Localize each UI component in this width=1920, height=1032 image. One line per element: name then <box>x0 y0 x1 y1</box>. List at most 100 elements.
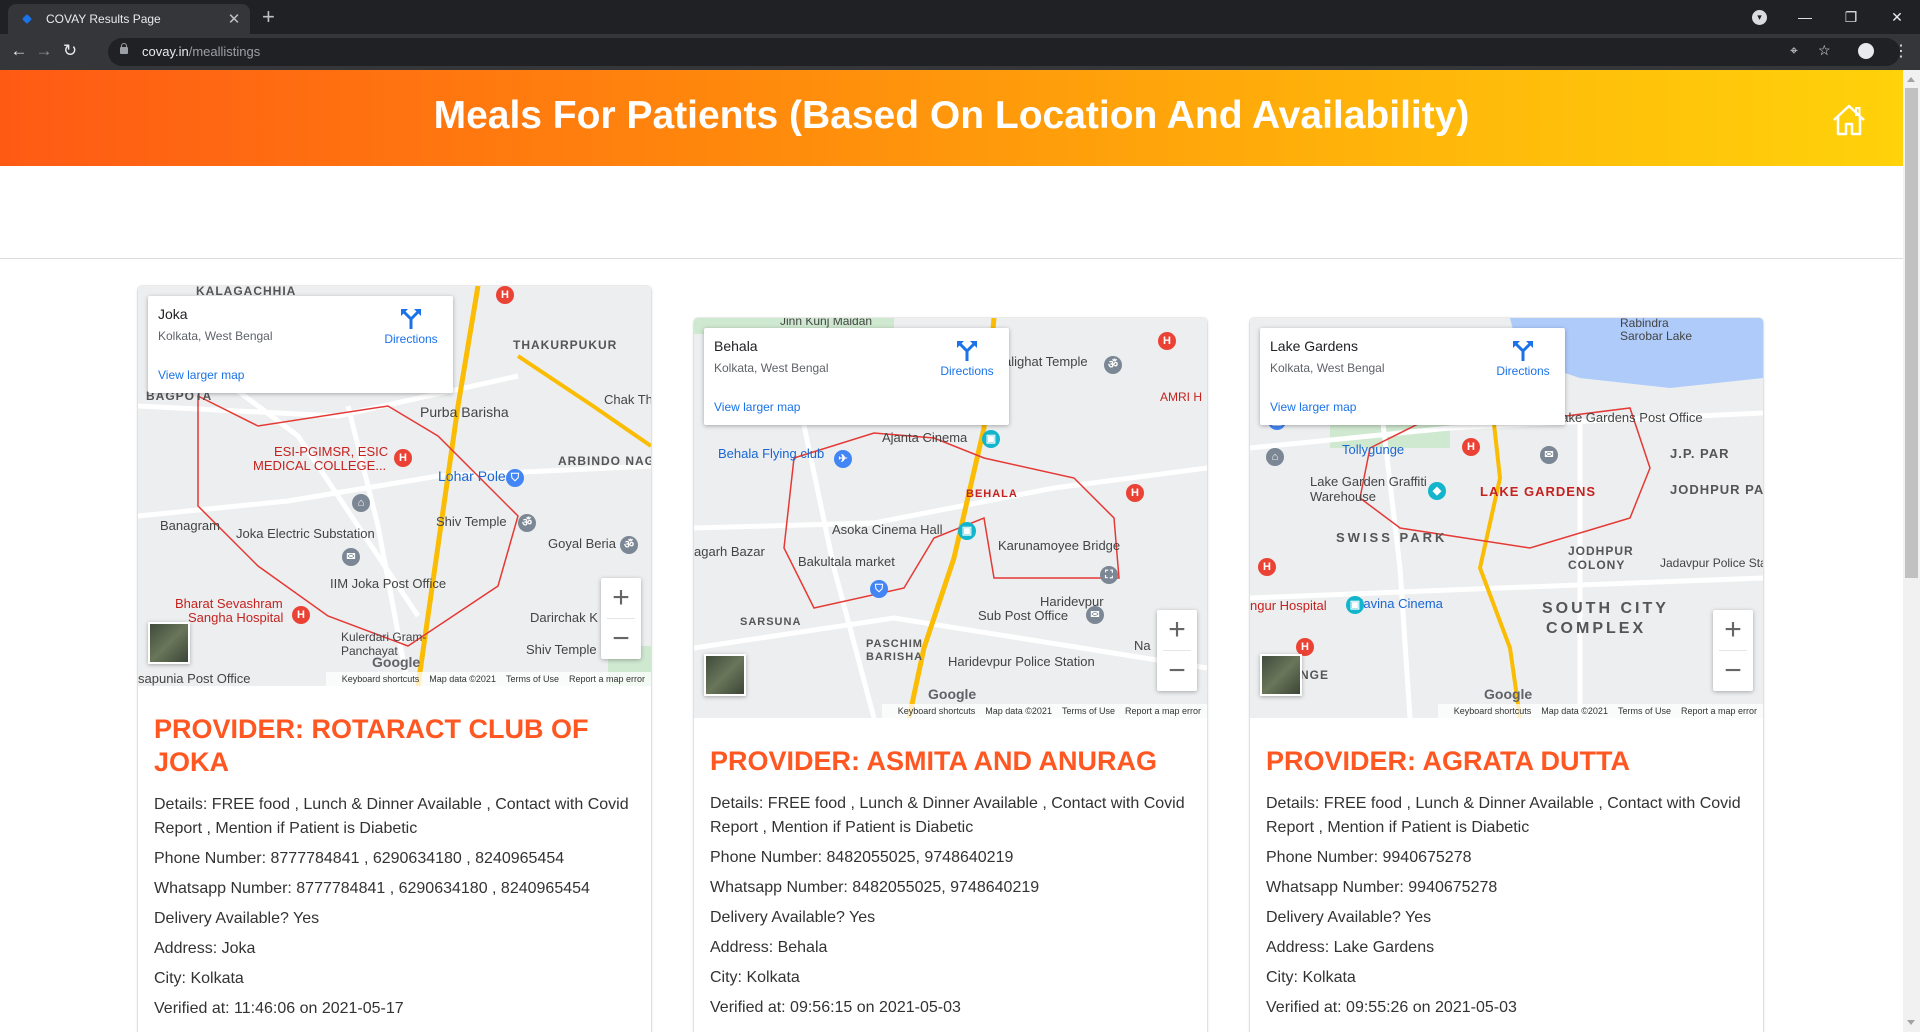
hospital-pin-icon[interactable]: H <box>496 286 514 304</box>
reload-button[interactable]: ↻ <box>59 41 81 61</box>
satellite-toggle[interactable] <box>704 654 746 696</box>
keyboard-shortcuts-link[interactable]: Keyboard shortcuts <box>342 674 420 684</box>
address: Address: Joka <box>154 940 256 957</box>
terms-link[interactable]: Terms of Use <box>1618 706 1671 716</box>
post-office-pin-icon[interactable]: ✉ <box>342 548 360 566</box>
browser-menu-icon[interactable]: ⋮ <box>1893 41 1909 61</box>
satellite-toggle[interactable] <box>1260 654 1302 696</box>
map-zoom-control: + − <box>601 578 641 659</box>
page-scrollbar[interactable] <box>1903 70 1920 1032</box>
report-map-error-link[interactable]: Report a map error <box>1125 706 1201 716</box>
map-label: Asoka Cinema Hall <box>832 522 943 537</box>
view-larger-map-link[interactable]: View larger map <box>714 400 800 414</box>
embedded-map[interactable]: Jinn Kunj Maidan alighat Temple AMRI H A… <box>694 318 1207 718</box>
gallery-pin-icon[interactable]: ◆ <box>1428 482 1446 500</box>
directions-label: Directions <box>1496 364 1550 378</box>
map-label: MEDICAL COLLEGE... <box>253 458 387 473</box>
card-body: PROVIDER: AGRATA DUTTA Details: FREE foo… <box>1250 745 1763 1032</box>
zoom-in-button[interactable]: + <box>1157 610 1197 650</box>
view-larger-map-link[interactable]: View larger map <box>1270 400 1356 414</box>
verified-at: Verified at: 11:46:06 on 2021-05-17 <box>154 1000 404 1017</box>
landmark-pin-icon[interactable]: ⌂ <box>352 494 370 512</box>
cinema-pin-icon[interactable]: ▣ <box>982 430 1000 448</box>
close-window-button[interactable]: ✕ <box>1874 9 1920 26</box>
map-label: Shiv Temple <box>436 514 507 529</box>
map-label: Lake Garden Graffiti Warehouse <box>1310 474 1427 504</box>
details-text: Details: FREE food , Lunch & Dinner Avai… <box>1266 795 1741 836</box>
keyboard-shortcuts-link[interactable]: Keyboard shortcuts <box>898 706 976 716</box>
browser-tab[interactable]: COVAY Results Page ✕ <box>8 4 250 34</box>
zoom-in-button[interactable]: + <box>1713 610 1753 650</box>
directions-button[interactable]: Directions <box>1486 340 1560 378</box>
back-button[interactable]: ← <box>8 41 30 61</box>
lock-icon <box>120 43 128 54</box>
terms-link[interactable]: Terms of Use <box>1062 706 1115 716</box>
scrollbar-thumb[interactable] <box>1905 88 1918 578</box>
zoom-out-button[interactable]: − <box>1157 651 1197 691</box>
terms-link[interactable]: Terms of Use <box>506 674 559 684</box>
report-map-error-link[interactable]: Report a map error <box>569 674 645 684</box>
zoom-out-button[interactable]: − <box>601 619 641 659</box>
minimize-button[interactable]: — <box>1782 9 1828 25</box>
hospital-pin-icon[interactable]: H <box>1462 438 1480 456</box>
google-logo: Google <box>928 686 977 702</box>
report-map-error-link[interactable]: Report a map error <box>1681 706 1757 716</box>
map-label: sapunia Post Office <box>138 671 251 686</box>
tab-close-icon[interactable]: ✕ <box>224 10 244 28</box>
market-pin-icon[interactable]: ⛶ <box>1100 566 1118 584</box>
airport-pin-icon[interactable]: ✈ <box>834 450 852 468</box>
location-icon[interactable]: ⌖ <box>1790 42 1798 59</box>
map-label: Chak Thakurani <box>604 392 651 407</box>
map-place-region: Kolkata, West Bengal <box>1270 361 1385 375</box>
zoom-out-button[interactable]: − <box>1713 651 1753 691</box>
home-icon[interactable] <box>1831 102 1867 138</box>
map-label: Lohar Pole <box>438 468 506 484</box>
temple-pin-icon[interactable]: ॐ <box>1104 356 1122 374</box>
phone-number: Phone Number: 8482055025, 9748640219 <box>710 849 1014 866</box>
view-larger-map-link[interactable]: View larger map <box>158 368 244 382</box>
map-label: THAKURPUKUR <box>513 338 618 352</box>
temple-pin-icon[interactable]: ॐ <box>620 536 638 554</box>
embedded-map[interactable]: KALAGACHHIA THAKURPUKUR BAGPOTA Purba Ba… <box>138 286 651 686</box>
delivery-available: Delivery Available? Yes <box>154 910 320 927</box>
hospital-pin-icon[interactable]: H <box>1158 332 1176 350</box>
embedded-map[interactable]: Rabindra Sarobar Lake Lake Gardens Post … <box>1250 318 1763 718</box>
bookmark-star-icon[interactable]: ☆ <box>1818 42 1831 59</box>
scroll-down-arrow-icon[interactable] <box>1907 1020 1915 1025</box>
page-header: Meals For Patients (Based On Location An… <box>0 70 1903 166</box>
restore-button[interactable]: ❐ <box>1828 9 1874 26</box>
forward-button[interactable]: → <box>33 41 55 61</box>
tab-search-icon[interactable]: ▾ <box>1752 10 1767 25</box>
cinema-pin-icon[interactable]: ▣ <box>1346 596 1364 614</box>
hospital-pin-icon[interactable]: H <box>292 606 310 624</box>
hospital-pin-icon[interactable]: H <box>1126 484 1144 502</box>
keyboard-shortcuts-link[interactable]: Keyboard shortcuts <box>1454 706 1532 716</box>
directions-button[interactable]: Directions <box>930 340 1004 378</box>
map-info-card: Behala Kolkata, West Bengal View larger … <box>704 328 1009 425</box>
hospital-pin-icon[interactable]: H <box>1258 558 1276 576</box>
profile-avatar-icon[interactable] <box>1858 43 1874 59</box>
landmark-pin-icon[interactable]: ⌂ <box>1266 448 1284 466</box>
map-label: Goyal Beria <box>548 536 616 551</box>
new-tab-button[interactable]: + <box>262 5 275 29</box>
zoom-in-button[interactable]: + <box>601 578 641 618</box>
post-office-pin-icon[interactable]: ✉ <box>1540 446 1558 464</box>
temple-pin-icon[interactable]: ॐ <box>518 514 536 532</box>
url-text[interactable]: covay.in/meallistings <box>142 44 260 59</box>
address-bar[interactable]: covay.in/meallistings ⌖ ☆ <box>108 38 1900 66</box>
whatsapp-number: Whatsapp Number: 8777784841 , 6290634180… <box>154 880 590 897</box>
window-controls: — ❐ ✕ <box>1782 0 1920 34</box>
shopping-pin-icon[interactable]: ⛉ <box>870 580 888 598</box>
satellite-toggle[interactable] <box>148 622 190 664</box>
site-favicon-icon <box>22 14 32 24</box>
page-content: Meals For Patients (Based On Location An… <box>0 70 1903 1032</box>
hospital-pin-icon[interactable]: H <box>394 449 412 467</box>
cinema-pin-icon[interactable]: ▣ <box>958 522 976 540</box>
directions-button[interactable]: Directions <box>374 308 448 346</box>
scroll-up-arrow-icon[interactable] <box>1907 77 1915 82</box>
map-label: agarh Bazar <box>694 544 765 559</box>
post-office-pin-icon[interactable]: ✉ <box>1086 606 1104 624</box>
map-label: Ajanta Cinema <box>882 430 968 445</box>
tab-title: COVAY Results Page <box>46 12 161 26</box>
shopping-pin-icon[interactable]: ⛉ <box>506 469 524 487</box>
